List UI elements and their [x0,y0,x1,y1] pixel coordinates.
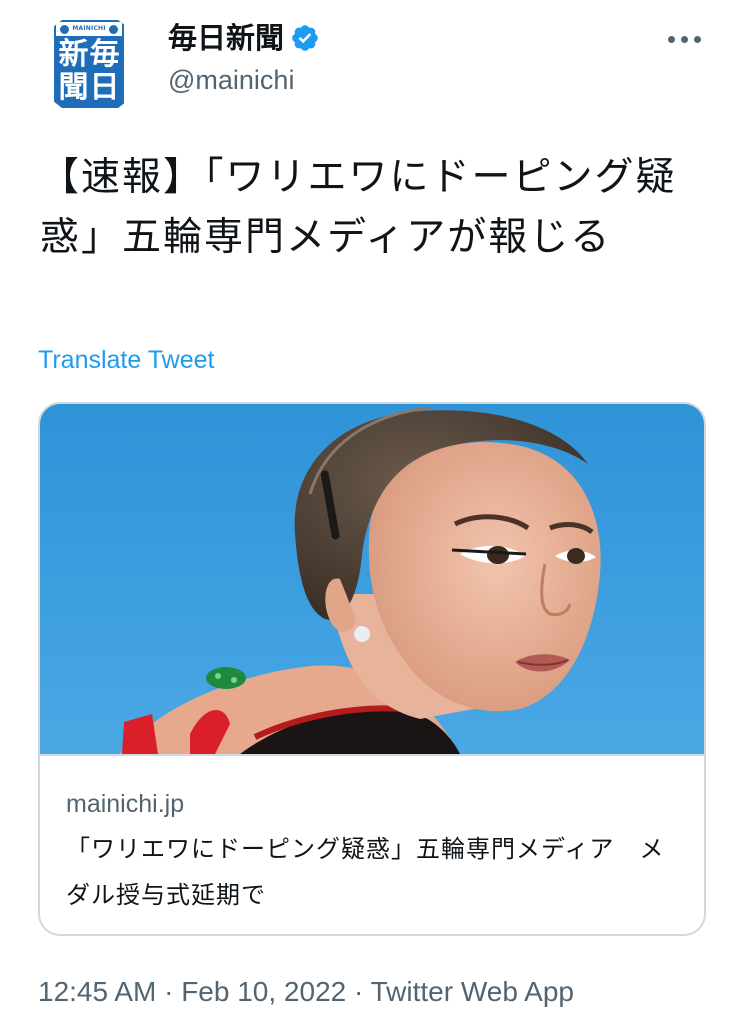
logo-char: 毎 [89,37,120,72]
logo-characters: 新 毎 聞 日 [58,38,120,104]
card-photo[interactable] [40,404,704,754]
dot [680,35,688,43]
tweet-date[interactable]: Feb 10, 2022 [181,976,346,1007]
avatar[interactable]: MAINICHI 新 毎 聞 日 [38,12,142,116]
author-display-name[interactable]: 毎日新聞 [168,18,284,58]
card-domain: mainichi.jp [66,790,185,818]
logo-char: 日 [89,70,120,105]
card-title: 「ワリエワにドーピング疑惑」五輪専門メディア メダル授与式延期で [66,835,665,909]
tweet-metadata: 12:45 AM · Feb 10, 2022 · Twitter Web Ap… [38,972,574,1012]
meta-separator: · [354,976,364,1007]
verified-badge-icon [292,25,318,51]
meta-separator: · [164,976,174,1007]
link-preview-card[interactable]: mainichi.jp 「ワリエワにドーピング疑惑」五輪専門メディア メダル授与… [38,402,706,936]
dot [667,35,675,43]
logo-emblem-icon [60,24,70,34]
logo-top-label: MAINICHI [72,25,106,32]
author-name-row: 毎日新聞 [168,18,320,58]
logo-char: 聞 [58,70,89,105]
more-options-icon[interactable] [660,24,708,54]
mainichi-logo: MAINICHI 新 毎 聞 日 [54,20,124,108]
tweet-time[interactable]: 12:45 AM [38,976,156,1007]
tweet-source[interactable]: Twitter Web App [371,976,574,1007]
card-divider [40,754,704,756]
author-handle[interactable]: @mainichi [168,62,294,98]
logo-emblem-icon [108,24,118,34]
tweet-text: 【速報】「ワリエワにドーピング疑惑」五輪専門メディアが報じる [40,155,677,260]
logo-top-band: MAINICHI [56,22,122,36]
logo-char: 新 [58,37,89,72]
dot [693,35,701,43]
translate-tweet-link[interactable]: Translate Tweet [38,342,214,378]
